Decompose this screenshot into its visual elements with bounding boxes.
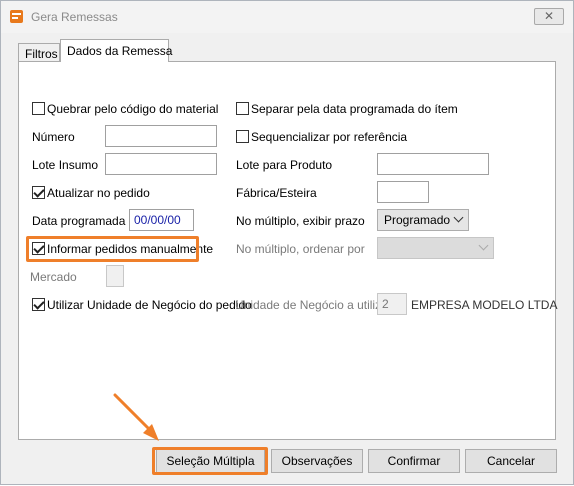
tab-dados-da-remessa[interactable]: Dados da Remessa [60, 39, 173, 62]
annotation-arrow-icon [113, 393, 159, 441]
gera-remessas-window: Gera Remessas ✕ Filtros Dados da Remessa… [0, 0, 574, 485]
tab-label: Dados da Remessa [67, 44, 173, 58]
